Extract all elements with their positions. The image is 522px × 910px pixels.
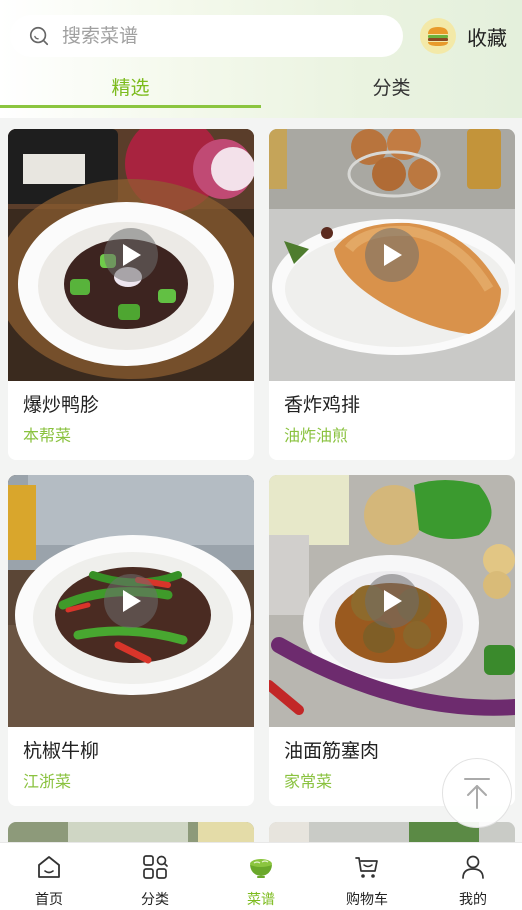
recipe-title: 香炸鸡排 <box>284 394 361 416</box>
nav-label: 购物车 <box>346 892 388 908</box>
recipe-card[interactable]: 油面筋塞肉 家常菜 <box>269 475 515 806</box>
nav-home[interactable]: 首页 <box>0 843 101 910</box>
recipe-tag[interactable]: 家常菜 <box>284 768 332 792</box>
recipe-title: 爆炒鸭胗 <box>23 394 100 416</box>
favorites-button[interactable]: 收藏 <box>420 14 507 58</box>
nav-category[interactable]: 分类 <box>103 843 207 910</box>
search-bar[interactable] <box>10 15 403 57</box>
recipe-tag[interactable]: 江浙菜 <box>23 768 71 792</box>
nav-cart[interactable]: 购物车 <box>315 843 419 910</box>
bottom-navigation: 首页 分类 菜谱 购物车 我的 <box>0 842 522 910</box>
active-tab-indicator <box>0 105 261 108</box>
category-icon <box>143 855 168 879</box>
recipe-title: 油面筋塞肉 <box>284 740 380 762</box>
search-icon <box>29 26 49 46</box>
recipe-card[interactable]: 杭椒牛柳 江浙菜 <box>8 475 254 806</box>
search-input[interactable] <box>62 25 362 47</box>
recipe-card[interactable]: 香炸鸡排 油炸油煎 <box>269 129 515 460</box>
burger-icon <box>420 18 456 54</box>
play-video-button[interactable] <box>365 228 419 282</box>
nav-recipes[interactable]: 菜谱 <box>209 843 313 910</box>
recipe-bowl-icon <box>250 859 272 878</box>
header: 收藏 精选 分类 <box>0 0 522 118</box>
play-video-button[interactable] <box>365 574 419 628</box>
recipe-title: 杭椒牛柳 <box>23 740 100 762</box>
recipe-card-partial[interactable] <box>8 822 254 842</box>
cart-icon <box>355 857 378 878</box>
play-video-button[interactable] <box>104 228 158 282</box>
recipe-feed[interactable]: 爆炒鸭胗 本帮菜 香炸鸡排 油炸油煎 杭椒牛柳 江浙菜 油面筋塞肉 家常菜 <box>0 118 522 842</box>
recipe-card[interactable]: 爆炒鸭胗 本帮菜 <box>8 129 254 460</box>
arrow-up-icon <box>464 778 490 809</box>
tab-bar: 精选 分类 <box>0 62 522 110</box>
nav-label: 我的 <box>459 892 487 908</box>
recipe-tag[interactable]: 本帮菜 <box>23 422 71 446</box>
back-to-top-button[interactable] <box>442 758 512 828</box>
favorites-label: 收藏 <box>467 25 507 50</box>
nav-label: 首页 <box>35 892 63 908</box>
tab-category[interactable]: 分类 <box>261 62 522 110</box>
recipe-tag[interactable]: 油炸油煎 <box>284 422 348 446</box>
play-video-button[interactable] <box>104 574 158 628</box>
nav-label: 菜谱 <box>247 892 275 908</box>
tab-featured[interactable]: 精选 <box>0 62 261 110</box>
user-icon <box>462 855 484 879</box>
home-icon <box>38 856 60 878</box>
nav-profile[interactable]: 我的 <box>421 843 522 910</box>
nav-label: 分类 <box>141 892 169 908</box>
